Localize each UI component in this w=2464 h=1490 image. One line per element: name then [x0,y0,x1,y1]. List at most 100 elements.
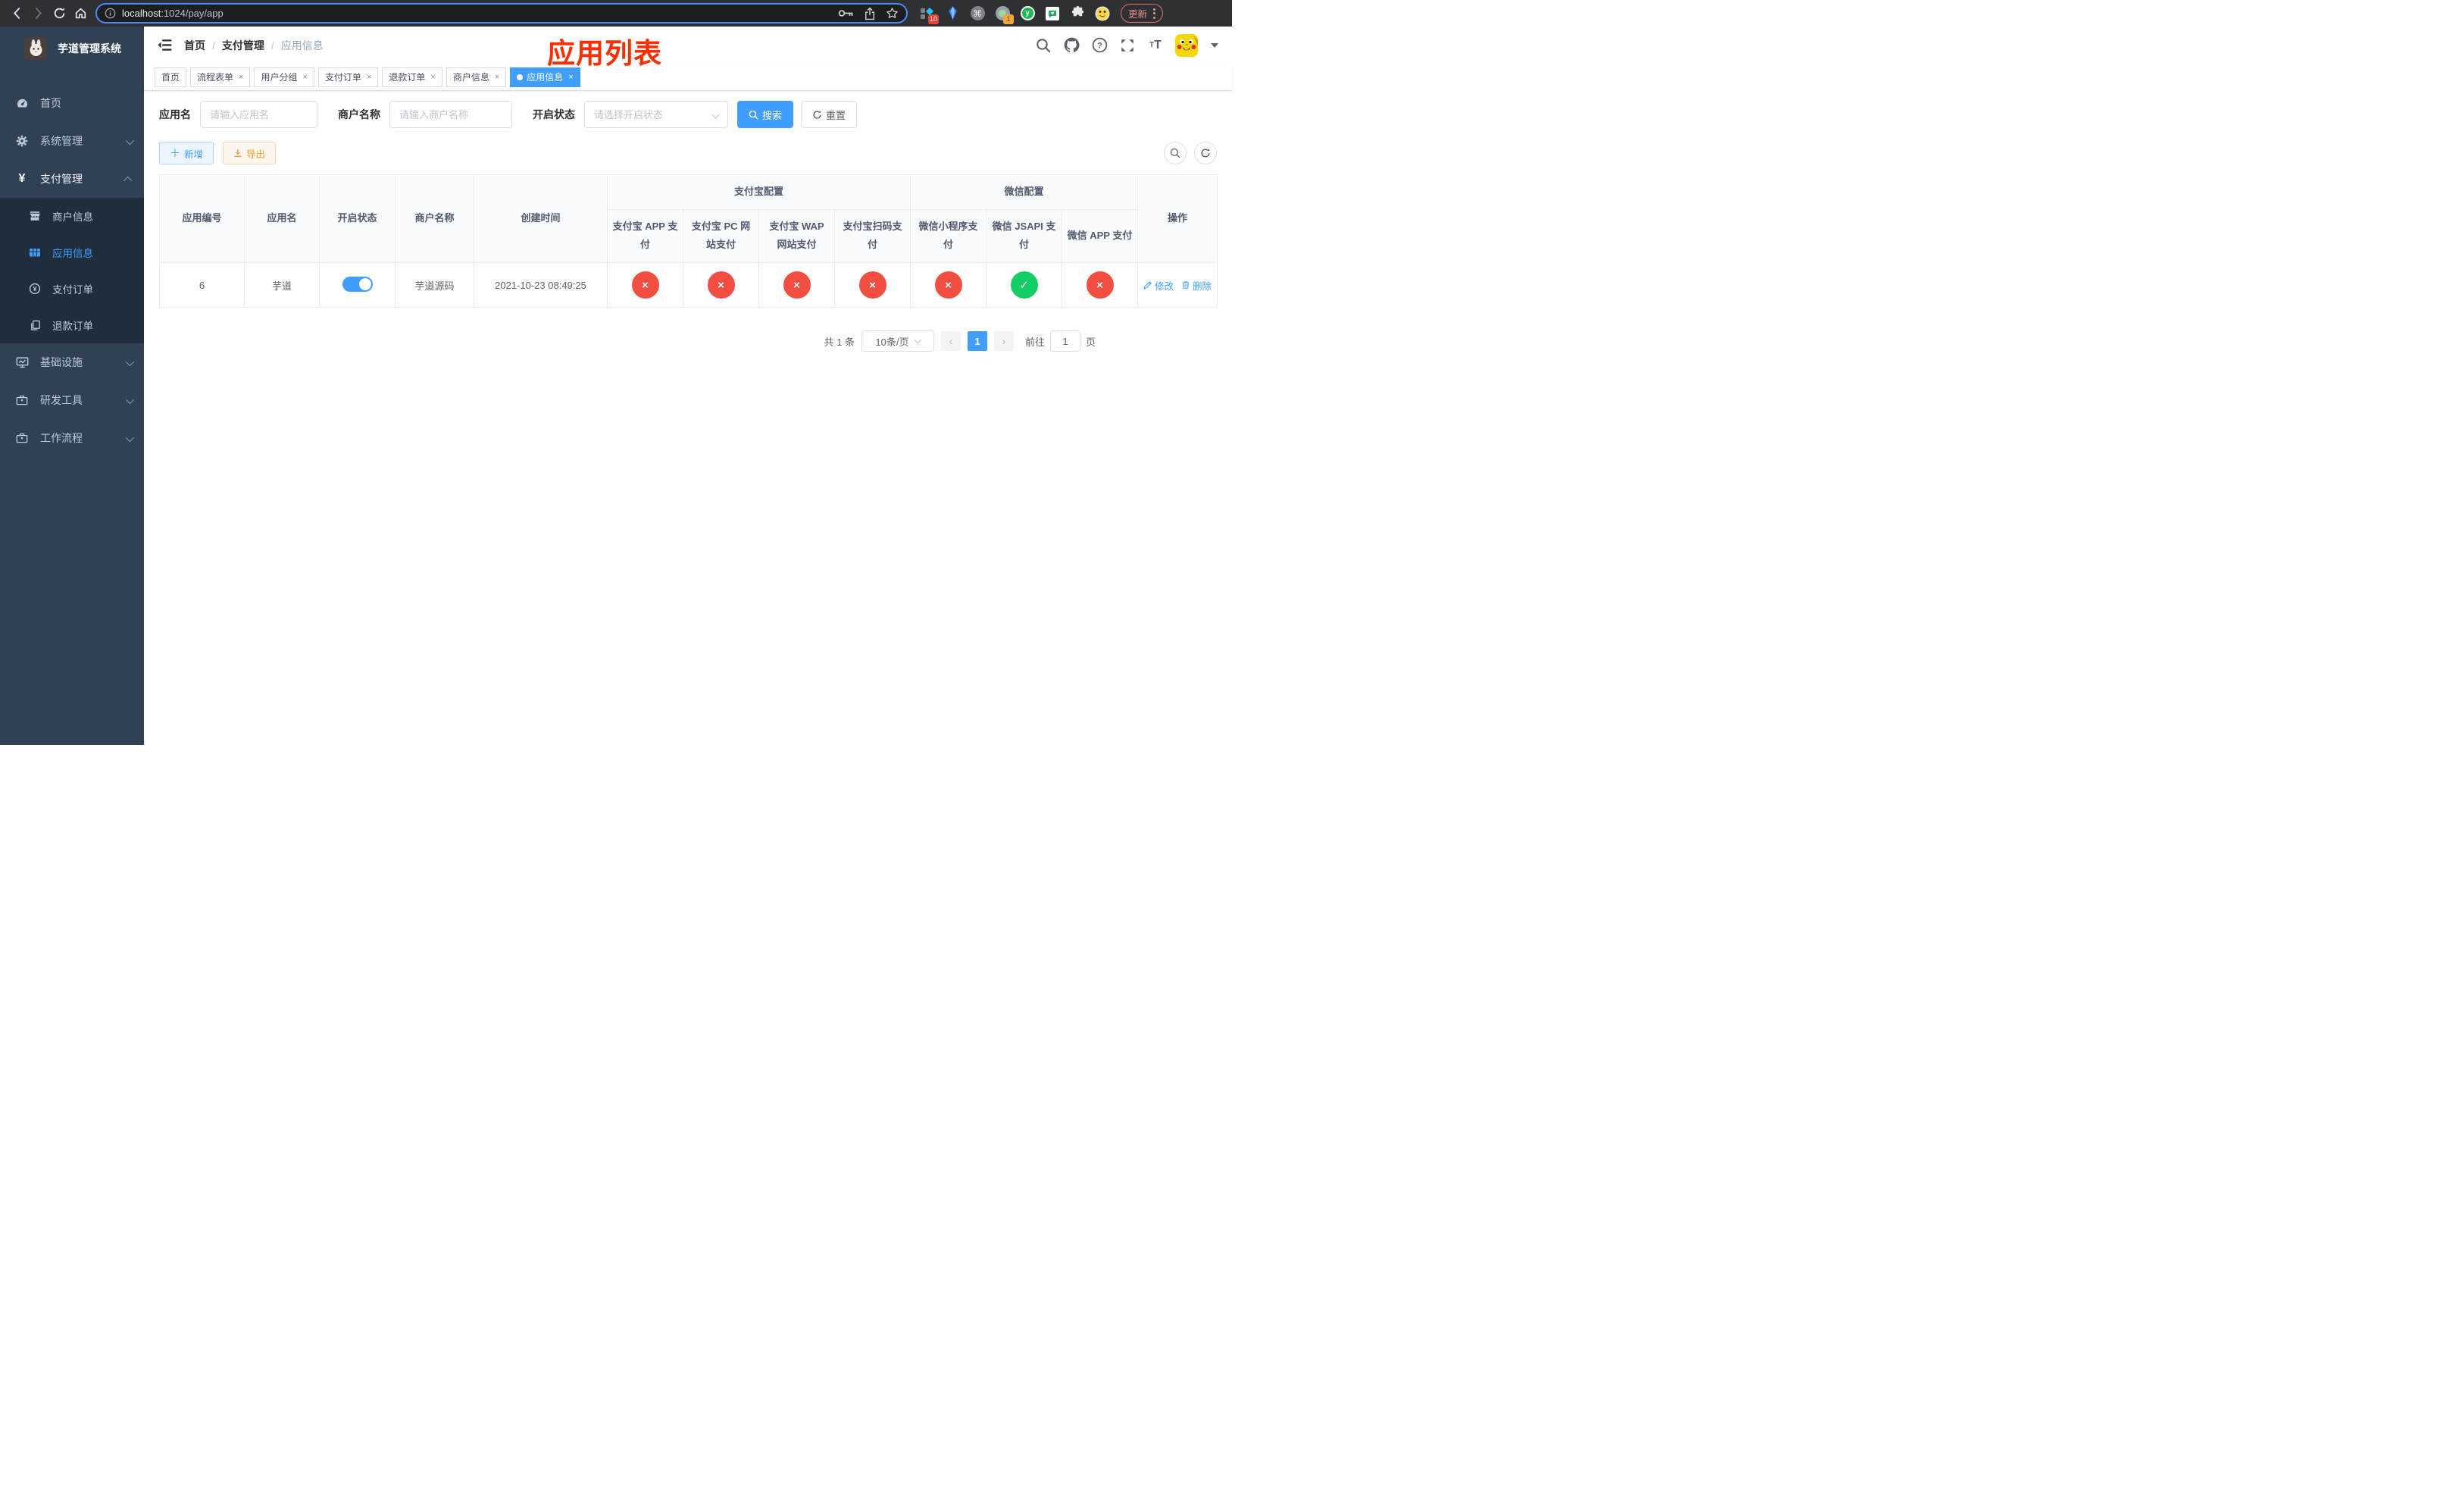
merchant-name-input[interactable] [399,108,502,121]
sidebar-item-pay-order[interactable]: ¥ 支付订单 [0,271,144,307]
add-button[interactable]: ＋ 新增 [159,142,214,164]
sidebar-item-refund-order[interactable]: 退款订单 [0,307,144,343]
tab-home[interactable]: 首页 [155,67,187,87]
extension-y-icon[interactable]: y [1020,6,1035,21]
breadcrumb: 首页 / 支付管理 / 应用信息 [184,38,324,53]
plus-icon: ＋ [170,147,180,159]
toggle-search-button[interactable] [1164,142,1187,164]
extensions-area: 10 ⌘ 1 y [920,6,1110,24]
tags-bar: 首页 流程表单 × 用户分组 × 支付订单 × 退款订单 × 商户信息 × 应用信息 × [144,64,1232,91]
extension-gem-icon[interactable] [945,6,960,21]
col-wechat-jsapi: 微信 JSAPI 支付 [986,208,1063,264]
col-alipay-app: 支付宝 APP 支付 [607,208,683,264]
navbar: 首页 / 支付管理 / 应用信息 ? T T [144,27,1232,64]
status-toggle[interactable] [342,276,373,292]
grid-icon [29,246,41,258]
bookmark-star-icon[interactable] [886,7,899,20]
export-button[interactable]: 导出 [223,142,277,164]
col-status: 开启状态 [319,174,396,264]
col-alipay-qr: 支付宝扫码支付 [833,208,911,264]
breadcrumb-current: 应用信息 [280,39,324,52]
caret-down-icon[interactable] [1211,42,1218,48]
extension-record-icon[interactable]: 1 [995,6,1014,24]
tab-process-form[interactable]: 流程表单 × [190,67,251,87]
status-select-input[interactable] [594,108,708,121]
extension-emoji-icon[interactable] [1095,6,1110,21]
key-icon[interactable] [838,9,854,17]
extensions-puzzle-icon[interactable] [1070,6,1085,21]
status-select[interactable] [584,101,728,128]
chevron-down-icon [914,336,921,344]
font-size-icon[interactable]: TT [1147,37,1164,54]
col-merchant: 商户名称 [395,174,474,264]
sidebar-item-home[interactable]: 首页 [0,84,144,122]
extension-badge: 10 [927,14,939,24]
tab-user-group[interactable]: 用户分组 × [254,67,314,87]
extension-chat-icon[interactable] [1045,6,1060,21]
prev-page-button[interactable]: ‹ [940,331,961,352]
close-icon[interactable]: × [239,73,243,82]
close-icon[interactable]: × [495,73,499,82]
sidebar-item-app-info[interactable]: 应用信息 [0,234,144,271]
sidebar-logo[interactable]: 芋道管理系统 [0,27,144,70]
close-icon[interactable]: × [367,73,371,82]
browser-update-button[interactable]: 更新 [1121,4,1164,23]
sidebar-item-workflow[interactable]: 工作流程 [0,419,144,457]
info-circle-icon[interactable] [105,8,116,19]
help-icon[interactable]: ? [1091,37,1108,54]
app-name-input[interactable] [210,108,308,121]
merchant-name-label: 商户名称 [338,108,380,121]
briefcase-icon [15,432,29,444]
github-icon[interactable] [1063,37,1080,54]
share-icon[interactable] [865,7,875,20]
search-icon[interactable] [1035,37,1052,54]
col-app-name: 应用名 [244,174,320,264]
breadcrumb-payment[interactable]: 支付管理 [222,38,264,53]
yen-circle-icon: ¥ [29,283,41,295]
page-number-1[interactable]: 1 [967,331,987,352]
back-icon[interactable] [6,3,27,24]
sidebar-item-infra[interactable]: 基础设施 [0,343,144,381]
search-button[interactable]: 搜索 [737,101,794,128]
extension-command-icon[interactable]: ⌘ [970,6,985,21]
reload-icon[interactable] [48,3,70,24]
wechat-app-status-icon: × [1086,271,1114,299]
sidebar-item-system[interactable]: 系统管理 [0,122,144,160]
reset-button[interactable]: 重置 [801,101,858,128]
chevron-down-icon [125,136,135,146]
sidebar-item-merchant-info[interactable]: 商户信息 [0,198,144,234]
logo-avatar [24,37,47,60]
tab-merchant-info[interactable]: 商户信息 × [446,67,507,87]
cell-app-name: 芋道 [244,262,320,308]
delete-button[interactable]: 删除 [1181,278,1212,293]
user-avatar[interactable] [1175,33,1198,57]
extension-diamond-icon[interactable]: 10 [920,6,939,24]
next-page-button[interactable]: › [993,331,1014,352]
documents-icon [29,320,41,331]
refresh-button[interactable] [1194,142,1217,164]
tab-refund-order[interactable]: 退款订单 × [382,67,442,87]
sidebar-item-devtools[interactable]: 研发工具 [0,381,144,419]
edit-button[interactable]: 修改 [1143,278,1174,293]
url-bar[interactable]: localhost:1024/pay/app [95,3,908,23]
close-icon[interactable]: × [302,73,307,82]
tab-pay-order[interactable]: 支付订单 × [317,67,379,87]
cell-app-id: 6 [159,262,245,308]
fullscreen-icon[interactable] [1119,37,1136,54]
goto-label: 前往 [1024,336,1045,348]
browser-menu-icon[interactable] [1153,8,1156,19]
browser-toolbar: localhost:1024/pay/app 10 ⌘ 1 y 更新 [0,0,1232,27]
close-icon[interactable]: × [430,73,435,82]
screen: localhost:1024/pay/app 10 ⌘ 1 y 更新 芋道管理系… [0,0,1232,745]
forward-icon[interactable] [27,3,48,24]
close-icon[interactable]: × [568,73,573,82]
goto-page-input[interactable] [1049,330,1080,352]
cell-merchant: 芋道源码 [395,262,474,308]
sidebar-fold-icon[interactable] [158,39,172,52]
page-size-select[interactable]: 10条/页 [861,330,934,352]
breadcrumb-home[interactable]: 首页 [184,38,205,53]
sidebar-item-payment[interactable]: ¥ 支付管理 [0,160,144,198]
chevron-down-icon [125,395,135,405]
app-name-label: 应用名 [159,108,191,121]
home-icon[interactable] [70,3,91,24]
